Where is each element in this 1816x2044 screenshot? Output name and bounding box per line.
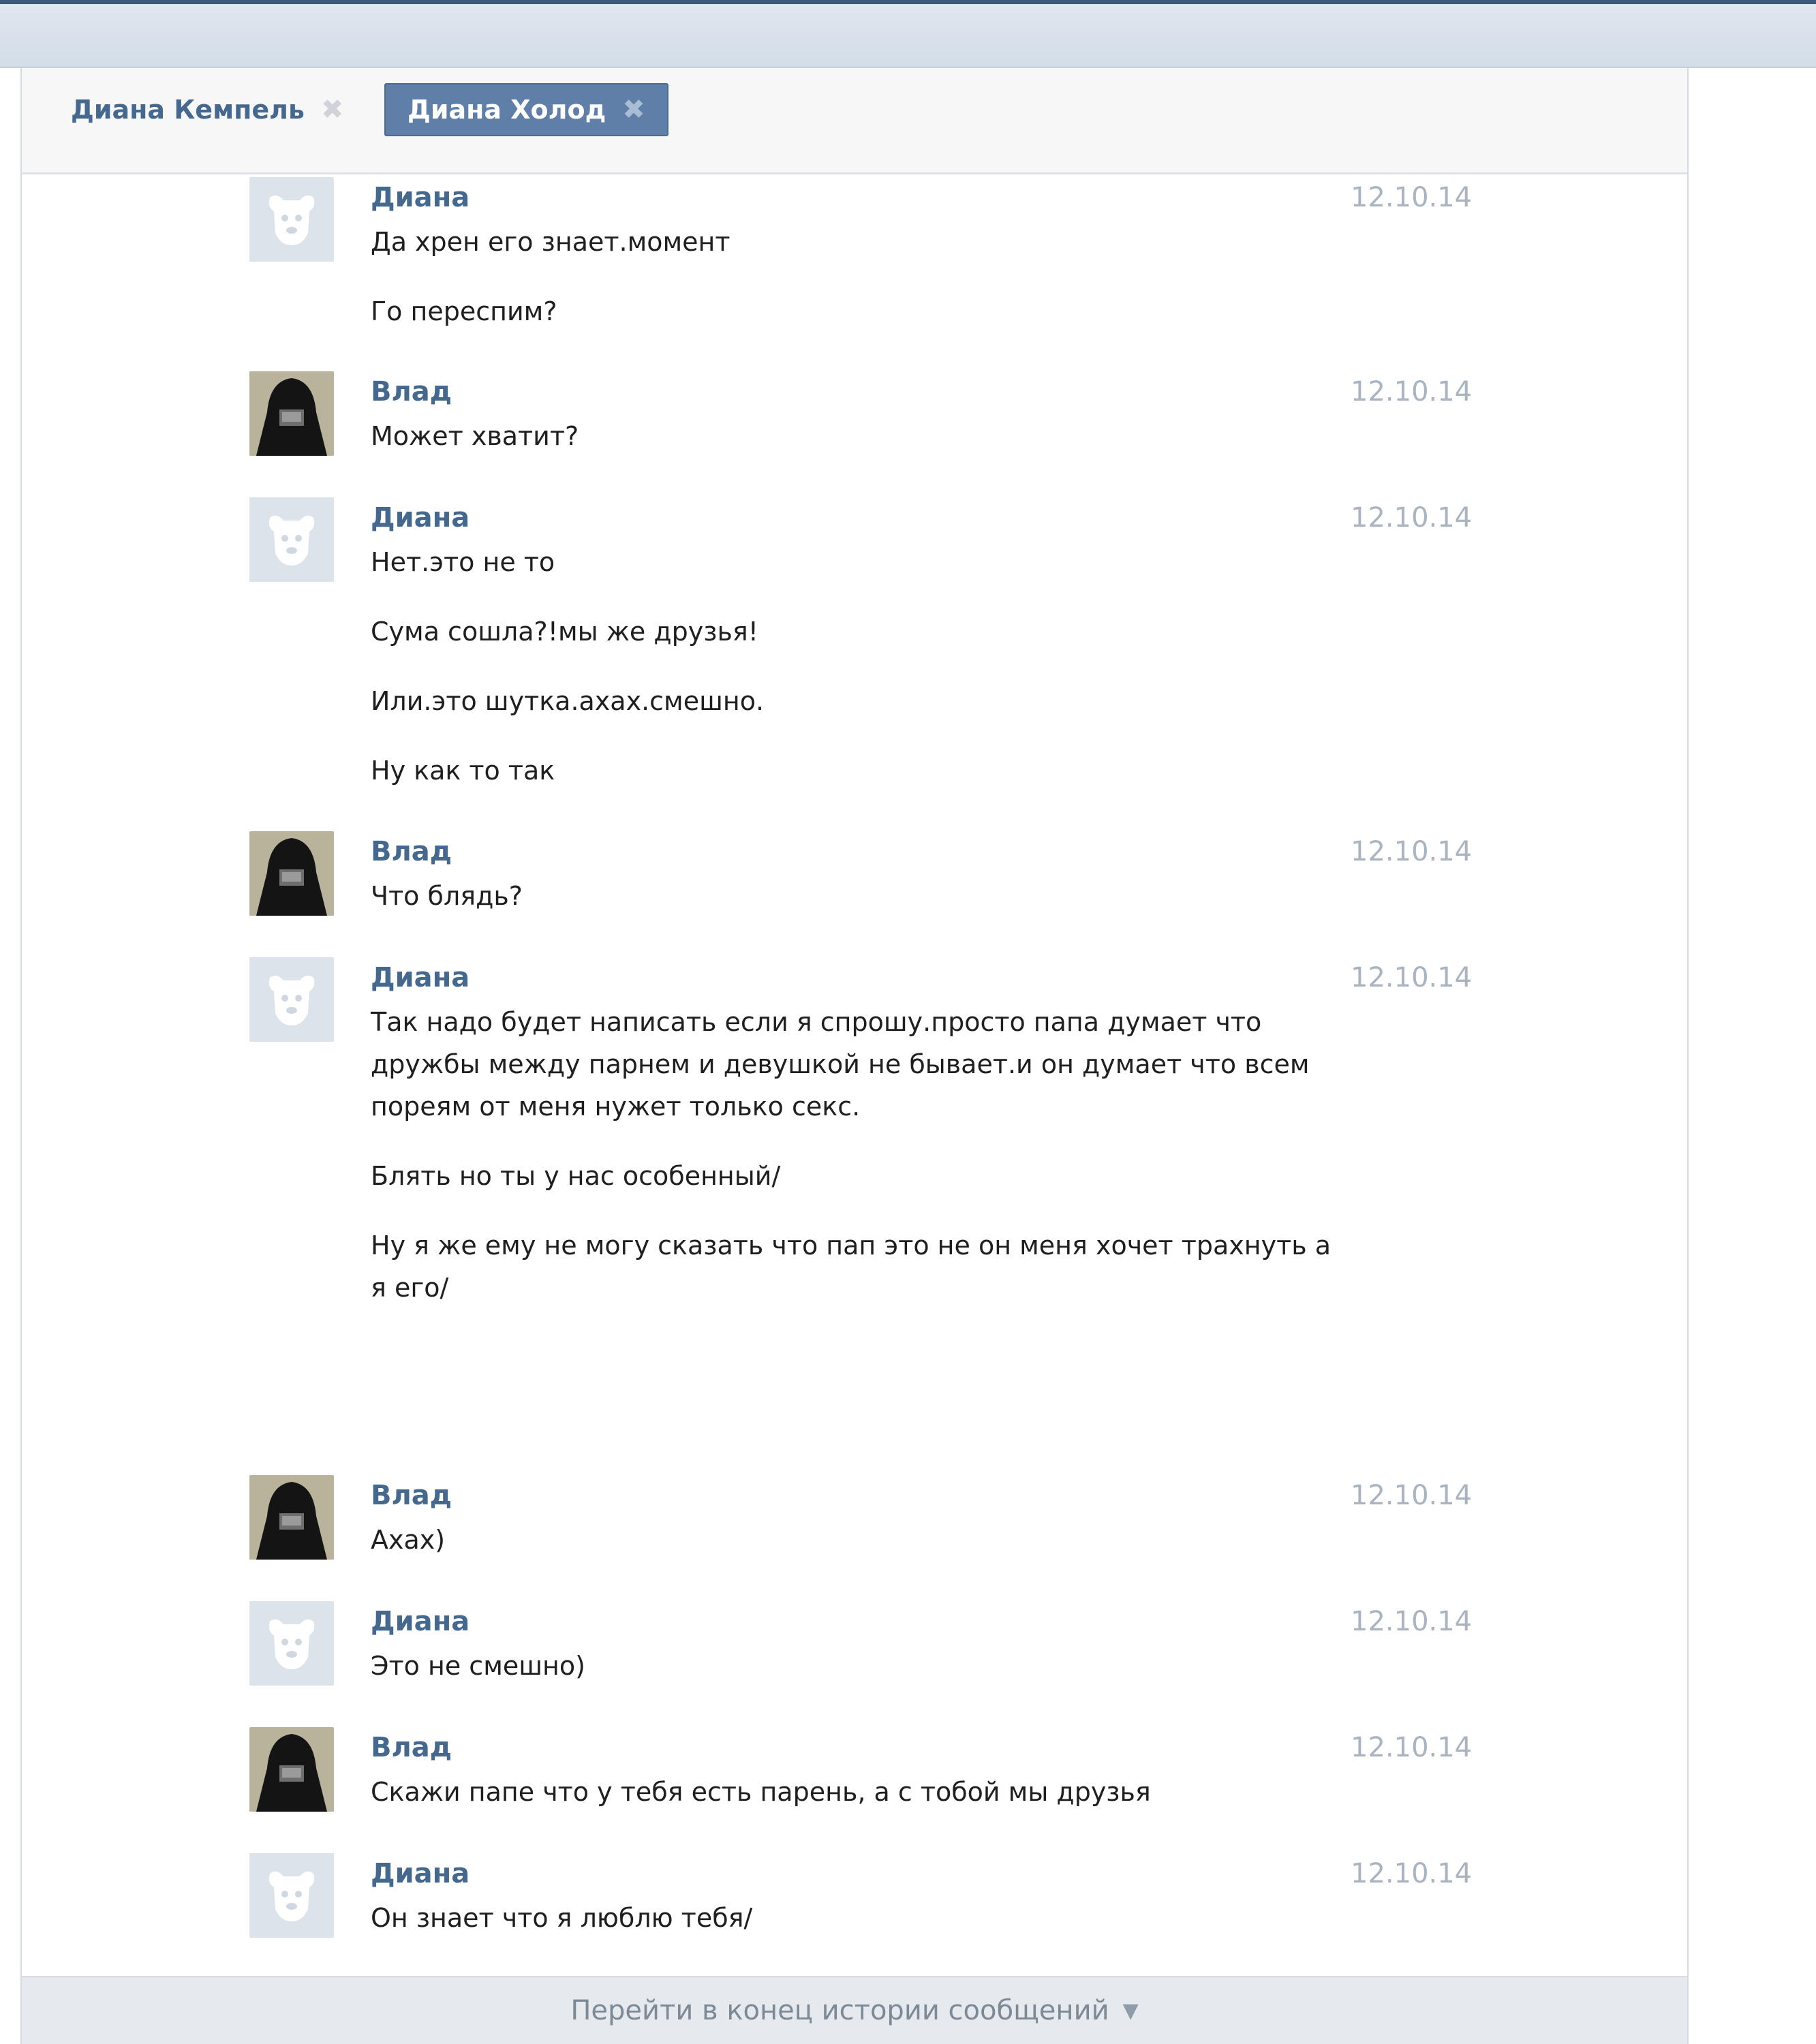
dog-placeholder-icon[interactable] xyxy=(249,1853,334,1938)
message-date[interactable]: 12.10.14 xyxy=(1351,1601,1472,1642)
message-text: Ахах) xyxy=(371,1525,446,1555)
message-body: Может хватит? xyxy=(371,415,1345,457)
message-date[interactable]: 12.10.14 xyxy=(1351,957,1472,998)
dog-placeholder-icon[interactable] xyxy=(249,1601,334,1686)
message-text: Го переспим? xyxy=(371,296,557,326)
dog-placeholder-icon[interactable] xyxy=(249,957,334,1042)
message-author[interactable]: Влад xyxy=(371,1727,452,1768)
user-avatar[interactable] xyxy=(249,1727,334,1812)
tab-label: Диана Холод xyxy=(407,95,606,125)
message-text: Так надо будет написать если я спрошу.пр… xyxy=(371,1007,1310,1121)
user-avatar[interactable] xyxy=(249,1475,334,1560)
message-body: Так надо будет написать если я спрошу.пр… xyxy=(371,1001,1345,1309)
message-author[interactable]: Диана xyxy=(371,957,470,998)
message-date[interactable]: 12.10.14 xyxy=(1351,1727,1472,1768)
message-author[interactable]: Влад xyxy=(371,1475,452,1516)
dialog-tabs: Диана Кемпель ✖ Диана Холод ✖ xyxy=(22,68,1687,174)
go-to-end-button[interactable]: Перейти в конец истории сообщений ▼ xyxy=(22,1976,1687,2044)
close-icon[interactable]: ✖ xyxy=(622,96,645,123)
dog-placeholder-icon[interactable] xyxy=(249,497,334,582)
message-text: Ну я же ему не могу сказать что пап это … xyxy=(371,1230,1332,1303)
message-text: Это не смешно) xyxy=(371,1651,585,1681)
message-text: Что блядь? xyxy=(371,881,523,911)
message-text: Ну как то так xyxy=(371,756,555,786)
message-date[interactable]: 12.10.14 xyxy=(1351,371,1472,412)
message-author[interactable]: Влад xyxy=(371,371,452,412)
message-list: Диана 12.10.14 Да хрен его знает.момент Го … xyxy=(22,177,1687,2044)
message-author[interactable]: Диана xyxy=(371,177,470,218)
message-body: Скажи папе что у тебя есть парень, а с т… xyxy=(371,1771,1345,1813)
message-text: Сума сошла?!мы же друзья! xyxy=(371,617,758,647)
message-text: Скажи папе что у тебя есть парень, а с т… xyxy=(371,1777,1151,1807)
message-text: Или.это шутка.ахах.смешно. xyxy=(371,686,765,716)
message-date[interactable]: 12.10.14 xyxy=(1351,1853,1472,1894)
message-text: Блять но ты у нас особенный/ xyxy=(371,1161,781,1191)
dog-placeholder-icon[interactable] xyxy=(249,177,334,262)
message-text: Да хрен его знает.момент xyxy=(371,227,730,257)
message-body: Да хрен его знает.момент Го переспим? xyxy=(371,221,1345,332)
tab-diana-kholod[interactable]: Диана Холод ✖ xyxy=(384,83,668,136)
message-body: Нет.это не то Сума сошла?!мы же друзья! Ил… xyxy=(371,541,1345,792)
tab-diana-kempel[interactable]: Диана Кемпель ✖ xyxy=(49,83,366,136)
dialog-panel: Диана Кемпель ✖ Диана Холод ✖ Диана 12.10… xyxy=(20,68,1689,2044)
message-author[interactable]: Диана xyxy=(371,1601,470,1642)
message-date[interactable]: 12.10.14 xyxy=(1351,497,1472,538)
top-bar xyxy=(0,0,1816,68)
message-date[interactable]: 12.10.14 xyxy=(1351,1475,1472,1516)
message-author[interactable]: Диана xyxy=(371,1853,470,1894)
close-icon[interactable]: ✖ xyxy=(321,96,344,123)
message-text: Нет.это не то xyxy=(371,547,555,577)
user-avatar[interactable] xyxy=(249,371,334,456)
message-body: Он знает что я люблю тебя/ xyxy=(371,1897,1345,1939)
message-text: Он знает что я люблю тебя/ xyxy=(371,1903,753,1933)
message-date[interactable]: 12.10.14 xyxy=(1351,831,1472,872)
chevron-down-icon: ▼ xyxy=(1122,1998,1139,2023)
message-date[interactable]: 12.10.14 xyxy=(1351,177,1472,218)
message-author[interactable]: Влад xyxy=(371,831,452,872)
message-text: Может хватит? xyxy=(371,421,579,451)
message-author[interactable]: Диана xyxy=(371,497,470,538)
tab-label: Диана Кемпель xyxy=(71,95,305,125)
user-avatar[interactable] xyxy=(249,831,334,916)
message-body: Это не смешно) xyxy=(371,1645,1345,1687)
message-body: Ахах) xyxy=(371,1519,1345,1561)
message-body: Что блядь? xyxy=(371,875,1345,917)
go-to-end-label: Перейти в конец истории сообщений xyxy=(570,1995,1109,2026)
